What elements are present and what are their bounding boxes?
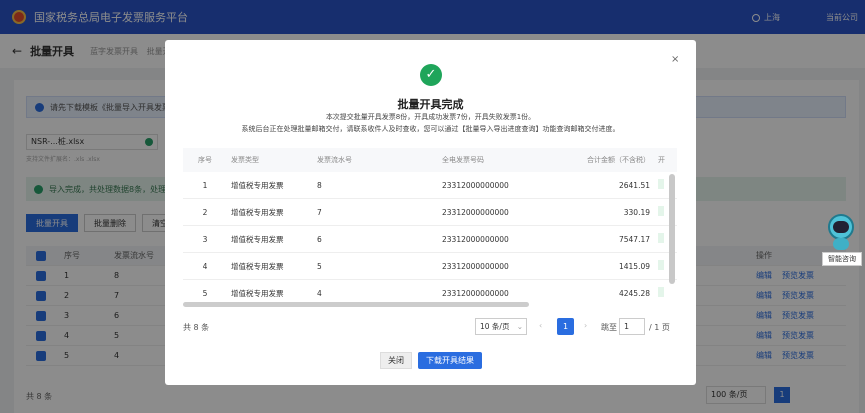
smart-assistant[interactable]: 智能咨询 — [822, 204, 862, 266]
close-button[interactable]: 关闭 — [380, 352, 412, 369]
chevron-down-icon: ⌄ — [516, 322, 523, 331]
cell-type: 增值税专用发票 — [231, 261, 284, 271]
cell-type: 增值税专用发票 — [231, 234, 284, 244]
cell-serial: 7 — [317, 207, 322, 217]
next-page-icon[interactable]: › — [584, 321, 587, 330]
assistant-label: 智能咨询 — [822, 252, 862, 266]
cell-no: 4 — [202, 261, 208, 271]
jump-label: 跳至 — [601, 323, 617, 332]
cell-serial: 4 — [317, 288, 322, 298]
col-header: 发票类型 — [231, 156, 259, 164]
total-pages: / 1 页 — [649, 323, 670, 332]
cell-amount: 7547.17 — [618, 234, 650, 244]
horizontal-scrollbar[interactable] — [183, 302, 529, 307]
dialog-actions: 关闭 下载开具结果 — [380, 352, 482, 369]
cell-invoice-number: 23312000000000 — [442, 180, 509, 190]
delivery-note: 系统后台正在处理批量邮箱交付，请联系收件人及时查收，您可以通过【批量导入导出进度… — [241, 125, 620, 133]
cell-amount: 4245.28 — [618, 288, 650, 298]
page-size-select[interactable]: 10 条/页 ⌄ — [475, 318, 527, 335]
page-number[interactable]: 1 — [557, 318, 574, 335]
cell-serial: 8 — [317, 180, 322, 190]
total-count: 共 8 条 — [183, 323, 210, 332]
robot-face — [833, 221, 849, 233]
cell-amount: 1415.09 — [618, 261, 650, 271]
dialog-title: 批量开具完成 — [397, 98, 464, 111]
table-row: 4 增值税专用发票 5 23312000000000 1415.09 — [183, 253, 677, 280]
cell-amount: 330.19 — [623, 207, 650, 217]
cell-type: 增值税专用发票 — [231, 180, 284, 190]
jump-page-input[interactable]: 1 — [619, 318, 645, 335]
page-size-value: 10 条/页 — [480, 322, 510, 331]
cell-no: 3 — [202, 234, 208, 244]
cell-invoice-number: 23312000000000 — [442, 207, 509, 217]
cell-type: 增值税专用发票 — [231, 207, 284, 217]
status-tag — [654, 287, 674, 299]
success-check-icon: ✓ — [420, 64, 442, 86]
col-header: 全电发票号码 — [442, 156, 484, 164]
cell-no: 2 — [202, 207, 208, 217]
download-result-button[interactable]: 下载开具结果 — [418, 352, 482, 369]
table-row: 2 增值税专用发票 7 23312000000000 330.19 — [183, 199, 677, 226]
cell-invoice-number: 23312000000000 — [442, 261, 509, 271]
result-table-header: 序号 发票类型 发票流水号 全电发票号码 合计金额（不含税） 开 — [183, 148, 677, 172]
prev-page-icon[interactable]: ‹ — [539, 321, 542, 330]
cell-type: 增值税专用发票 — [231, 288, 284, 298]
cell-amount: 2641.51 — [618, 180, 650, 190]
col-header: 开 — [658, 156, 665, 164]
col-header: 合计金额（不含税） — [587, 156, 650, 164]
col-header: 发票流水号 — [317, 156, 352, 164]
cell-invoice-number: 23312000000000 — [442, 234, 509, 244]
cell-serial: 6 — [317, 234, 322, 244]
cell-serial: 5 — [317, 261, 322, 271]
batch-result-dialog: × ✓ 批量开具完成 本次提交批量开具发票8份，开具成功发票7份，开具失败发票1… — [165, 40, 696, 385]
result-table: 序号 发票类型 发票流水号 全电发票号码 合计金额（不含税） 开 1 增值税专用… — [183, 148, 677, 306]
result-pagination: 共 8 条 10 条/页 ⌄ ‹ 1 › 跳至 1 / 1 页 — [183, 318, 677, 336]
table-row: 1 增值税专用发票 8 23312000000000 2641.51 — [183, 172, 677, 199]
robot-body — [833, 238, 849, 250]
cell-no: 1 — [202, 180, 208, 190]
cell-invoice-number: 23312000000000 — [442, 288, 509, 298]
close-icon[interactable]: × — [671, 54, 679, 65]
vertical-scrollbar[interactable] — [669, 174, 675, 284]
table-row: 3 增值税专用发票 6 23312000000000 7547.17 — [183, 226, 677, 253]
cell-no: 5 — [202, 288, 208, 298]
result-summary: 本次提交批量开具发票8份，开具成功发票7份，开具失败发票1份。 — [325, 113, 536, 121]
col-header: 序号 — [198, 156, 212, 164]
